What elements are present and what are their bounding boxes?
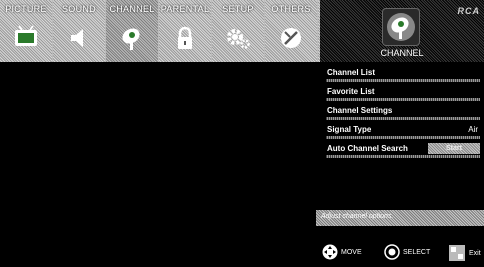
top-menu-bar: PICTURE SOUND CHANNEL PARENTAL SETUP OTH…	[0, 0, 484, 62]
help-text: Adjust channel options.	[321, 213, 394, 220]
satellite-dish-icon	[382, 8, 420, 46]
tab-parental[interactable]: PARENTAL	[159, 0, 212, 62]
lock-icon	[178, 26, 192, 49]
tab-label: SOUND	[61, 4, 96, 14]
brand-logo: RCA	[457, 6, 480, 16]
satellite-dish-icon	[122, 28, 140, 50]
footer-hints: MOVE SELECT Exit	[316, 232, 484, 267]
tab-others[interactable]: OTHERS	[265, 0, 318, 62]
panel-title: CHANNEL	[380, 48, 424, 58]
menu-item-label: Channel Settings	[327, 106, 393, 115]
menu-item-signal-type[interactable]: Signal Type Air	[320, 121, 484, 140]
tab-setup[interactable]: SETUP	[212, 0, 265, 62]
tv-icon	[15, 25, 37, 46]
gears-icon	[227, 29, 250, 49]
menu-item-label: Channel List	[327, 68, 376, 77]
exit-hint: Exit	[448, 244, 481, 262]
start-button[interactable]: Start	[428, 143, 480, 154]
tab-label: SETUP	[222, 4, 254, 14]
tab-picture[interactable]: PICTURE	[0, 0, 53, 62]
tab-label: OTHERS	[271, 4, 311, 14]
speaker-icon	[71, 29, 83, 47]
menu-item-label: Favorite List	[327, 87, 375, 96]
tab-bar: PICTURE SOUND CHANNEL PARENTAL SETUP OTH…	[0, 0, 320, 62]
tab-channel[interactable]: CHANNEL	[106, 0, 159, 62]
menu-item-channel-list[interactable]: Channel List	[320, 64, 484, 83]
others-icon	[281, 28, 301, 48]
help-bar: Adjust channel options.	[316, 210, 484, 226]
tab-label: PICTURE	[5, 4, 47, 14]
dpad-icon	[322, 244, 338, 260]
signal-type-value: Air	[468, 125, 478, 134]
tab-sound[interactable]: SOUND	[53, 0, 106, 62]
select-button-icon	[384, 244, 400, 260]
tab-label: CHANNEL	[109, 4, 155, 14]
tab-label: PARENTAL	[160, 4, 210, 14]
select-hint: SELECT	[384, 244, 430, 260]
menu-item-channel-settings[interactable]: Channel Settings	[320, 102, 484, 121]
menu-item-label: Auto Channel Search	[327, 144, 408, 153]
menu-item-auto-channel-search[interactable]: Auto Channel Search Start	[320, 140, 484, 159]
move-hint: MOVE	[322, 244, 362, 260]
move-label: MOVE	[341, 248, 362, 256]
panel-header: RCA CHANNEL	[320, 0, 484, 62]
menu-item-favorite-list[interactable]: Favorite List	[320, 83, 484, 102]
exit-icon	[449, 245, 465, 261]
channel-menu: Channel List Favorite List Channel Setti…	[320, 64, 484, 159]
exit-label: Exit	[469, 249, 481, 257]
menu-item-label: Signal Type	[327, 125, 372, 134]
select-label: SELECT	[403, 248, 431, 256]
